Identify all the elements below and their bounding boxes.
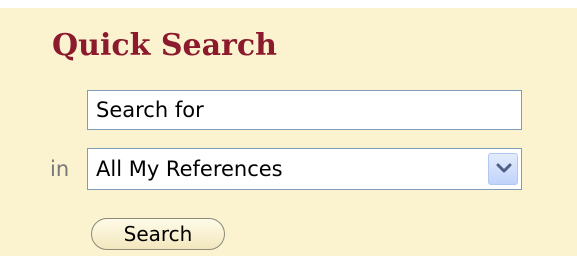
quick-search-panel: Quick Search in All My References Search — [0, 8, 577, 256]
dropdown-button[interactable] — [488, 153, 518, 185]
scope-select-value: All My References — [96, 157, 283, 181]
panel-title: Quick Search — [52, 28, 277, 63]
search-button[interactable]: Search — [91, 218, 225, 250]
search-input[interactable] — [87, 90, 522, 130]
in-label: in — [50, 157, 70, 181]
chevron-down-icon — [496, 163, 512, 173]
scope-select[interactable]: All My References — [87, 148, 522, 190]
